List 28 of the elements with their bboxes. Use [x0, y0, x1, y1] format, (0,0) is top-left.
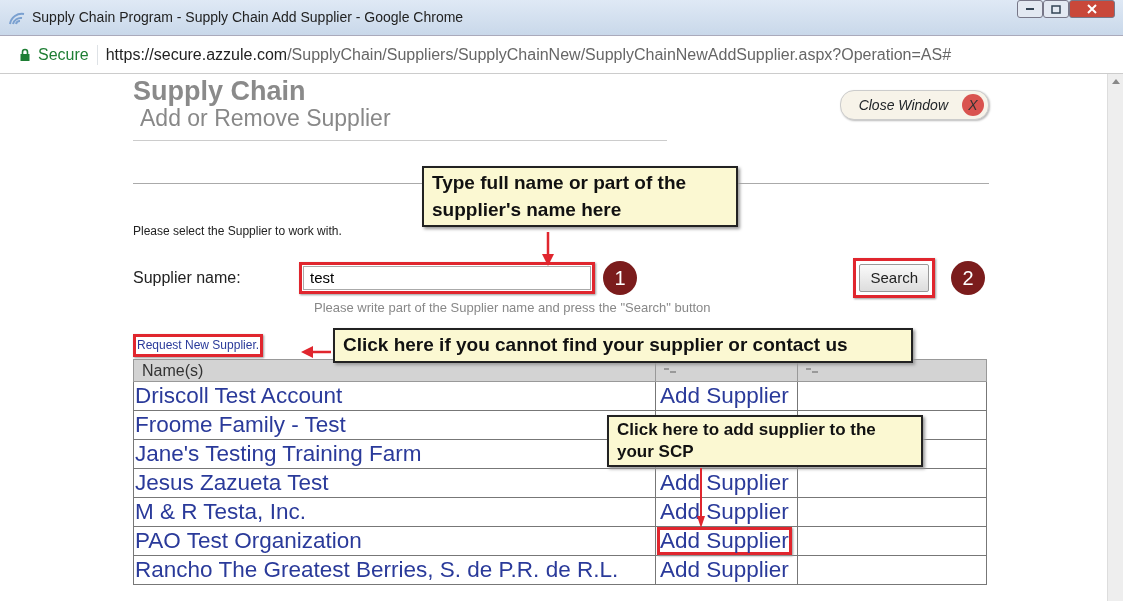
window-title: Supply Chain Program - Supply Chain Add Supplier - Google Chrome [32, 8, 465, 27]
request-new-supplier-link[interactable]: Request New Supplier. [137, 337, 260, 354]
annotation-arrow [301, 344, 331, 359]
callout: Click here to add supplier to the your SCP [607, 415, 923, 468]
maximize-icon [1051, 4, 1061, 14]
supplier-name-field[interactable]: test [303, 265, 591, 290]
instruction-text: Please select the Supplier to work with. [133, 222, 343, 240]
maximize-button[interactable] [1043, 0, 1069, 18]
field-hint: Please write part of the Supplier name and press the "Search" button [314, 299, 712, 318]
step-marker: 1 [603, 260, 637, 295]
page-title: Supply Chain [133, 78, 307, 105]
page-subtitle: Add or Remove Supplier [140, 105, 391, 133]
close-window-button[interactable]: Close Window X [839, 90, 989, 120]
callout: Click here if you cannot find your supplier or contact us [333, 328, 913, 363]
scroll-up-icon[interactable] [1111, 78, 1120, 84]
close-icon [1087, 4, 1097, 14]
url-text[interactable]: https://secure.azzule.com/SupplyChain/Suppliers/SupplyChainNew/SupplyChainNewAddSupplier.aspx?Operation=AS# [105, 42, 952, 67]
minimize-icon [1026, 8, 1034, 10]
supplier-name-link[interactable]: Jane's Testing Training Farm [135, 440, 422, 466]
step-marker: 2 [951, 260, 985, 295]
callout: Type full name or part of the supplier's name here [422, 166, 738, 228]
column-header: Name(s) [142, 361, 204, 379]
field-label: Supplier name: [133, 267, 242, 288]
search-button[interactable]: Search [859, 263, 929, 293]
minimize-button[interactable] [1017, 0, 1043, 18]
close-button[interactable] [1069, 0, 1115, 18]
secure-label: Secure [38, 44, 89, 65]
lock-icon [20, 48, 30, 61]
